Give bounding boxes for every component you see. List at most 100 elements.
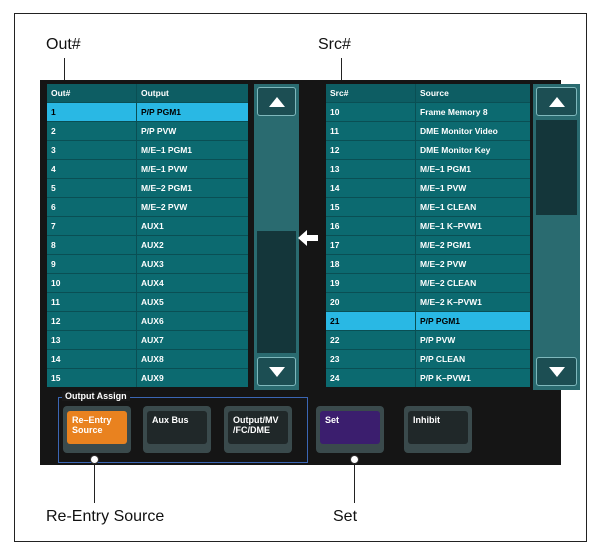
row-number: 12 [47, 312, 137, 330]
table-row[interactable]: 23 P/P CLEAN [326, 349, 530, 368]
re-entry-source-face: Re–Entry Source [67, 411, 127, 444]
triangle-down-icon [268, 366, 285, 377]
table-row[interactable]: 10 Frame Memory 8 [326, 102, 530, 121]
table-row[interactable]: 10 AUX4 [47, 273, 248, 292]
table-row[interactable]: 16 M/E–1 K–PVW1 [326, 216, 530, 235]
table-row[interactable]: 14 M/E–1 PVW [326, 178, 530, 197]
row-name: AUX7 [141, 335, 164, 345]
row-name: P/P CLEAN [420, 354, 466, 364]
row-name: M/E–2 CLEAN [420, 278, 477, 288]
output-assign-label: Output Assign [62, 391, 130, 401]
output-header: Output [141, 88, 169, 98]
table-row[interactable]: 7 AUX1 [47, 216, 248, 235]
row-name: M/E–1 PVW [420, 183, 467, 193]
table-row[interactable]: 14 AUX8 [47, 349, 248, 368]
table-row[interactable]: 19 M/E–2 CLEAN [326, 273, 530, 292]
row-number: 21 [326, 312, 416, 330]
row-number: 5 [47, 179, 137, 197]
row-number: 20 [326, 293, 416, 311]
table-row[interactable]: 2 P/P PVW [47, 121, 248, 140]
source-scrollbar[interactable] [533, 84, 580, 390]
output-scroll-down-button[interactable] [257, 357, 296, 386]
row-name: DME Monitor Key [420, 145, 491, 155]
set-callout: Set [333, 508, 358, 525]
table-row[interactable]: 9 AUX3 [47, 254, 248, 273]
row-number: 11 [47, 293, 137, 311]
table-row[interactable]: 22 P/P PVW [326, 330, 530, 349]
source-table-header: Src# Source [326, 84, 530, 102]
row-number: 14 [47, 350, 137, 368]
row-number: 17 [326, 236, 416, 254]
set-face: Set [320, 411, 380, 444]
table-row[interactable]: 5 M/E–2 PGM1 [47, 178, 248, 197]
table-row[interactable]: 11 AUX5 [47, 292, 248, 311]
table-row[interactable]: 15 AUX9 [47, 368, 248, 387]
aux-bus-face: Aux Bus [147, 411, 207, 444]
source-scroll-up-button[interactable] [536, 87, 577, 116]
row-name: P/P PVW [141, 126, 177, 136]
table-row[interactable]: 20 M/E–2 K–PVW1 [326, 292, 530, 311]
row-name: AUX6 [141, 316, 164, 326]
row-name: M/E–1 PGM1 [420, 164, 472, 174]
source-table: Src# Source 10 Frame Memory 8 11 DME Monito… [326, 84, 530, 387]
out-num-callout: Out# [46, 36, 81, 53]
source-header: Source [420, 88, 449, 98]
table-row[interactable]: 12 AUX6 [47, 311, 248, 330]
row-number: 15 [47, 369, 137, 387]
table-row[interactable]: 3 M/E–1 PGM1 [47, 140, 248, 159]
re-entry-source-button[interactable]: Re–Entry Source [63, 406, 131, 453]
table-row[interactable]: 13 AUX7 [47, 330, 248, 349]
re-entry-leader [94, 463, 95, 503]
row-name: P/P PGM1 [420, 316, 460, 326]
row-number: 22 [326, 331, 416, 349]
row-number: 7 [47, 217, 137, 235]
output-mv-fc-dme-button[interactable]: Output/MV /FC/DME [224, 406, 292, 453]
row-number: 13 [326, 160, 416, 178]
row-number: 4 [47, 160, 137, 178]
out-num-header: Out# [47, 84, 137, 102]
output-table-header: Out# Output [47, 84, 248, 102]
row-number: 24 [326, 369, 416, 387]
output-scroll-up-button[interactable] [257, 87, 296, 116]
row-name: AUX9 [141, 373, 164, 383]
table-row[interactable]: 11 DME Monitor Video [326, 121, 530, 140]
row-number: 6 [47, 198, 137, 216]
table-row[interactable]: 1 P/P PGM1 [47, 102, 248, 121]
row-name: M/E–1 PVW [141, 164, 188, 174]
row-name: M/E–1 K–PVW1 [420, 221, 482, 231]
table-row[interactable]: 8 AUX2 [47, 235, 248, 254]
output-scroll-thumb[interactable] [257, 231, 296, 353]
source-scroll-thumb[interactable] [536, 120, 577, 215]
table-row[interactable]: 15 M/E–1 CLEAN [326, 197, 530, 216]
triangle-up-icon [548, 96, 565, 107]
row-name: M/E–2 PVW [141, 202, 188, 212]
table-row[interactable]: 12 DME Monitor Key [326, 140, 530, 159]
row-name: AUX4 [141, 278, 164, 288]
row-number: 23 [326, 350, 416, 368]
arrow-left-icon [298, 230, 318, 246]
source-scroll-down-button[interactable] [536, 357, 577, 386]
triangle-down-icon [548, 366, 565, 377]
row-number: 9 [47, 255, 137, 273]
row-number: 14 [326, 179, 416, 197]
table-row[interactable]: 6 M/E–2 PVW [47, 197, 248, 216]
row-name: M/E–2 PVW [420, 259, 467, 269]
table-row[interactable]: 17 M/E–2 PGM1 [326, 235, 530, 254]
inhibit-button[interactable]: Inhibit [404, 406, 472, 453]
table-row[interactable]: 4 M/E–1 PVW [47, 159, 248, 178]
table-row[interactable]: 13 M/E–1 PGM1 [326, 159, 530, 178]
aux-bus-button[interactable]: Aux Bus [143, 406, 211, 453]
row-name: P/P PVW [420, 335, 456, 345]
table-row[interactable]: 18 M/E–2 PVW [326, 254, 530, 273]
row-name: M/E–2 PGM1 [420, 240, 472, 250]
output-scrollbar[interactable] [254, 84, 299, 390]
set-button[interactable]: Set [316, 406, 384, 453]
row-number: 18 [326, 255, 416, 273]
table-row[interactable]: 21 P/P PGM1 [326, 311, 530, 330]
row-number: 15 [326, 198, 416, 216]
row-name: M/E–2 PGM1 [141, 183, 193, 193]
table-row[interactable]: 24 P/P K–PVW1 [326, 368, 530, 387]
row-number: 8 [47, 236, 137, 254]
row-number: 10 [47, 274, 137, 292]
row-name: AUX2 [141, 240, 164, 250]
